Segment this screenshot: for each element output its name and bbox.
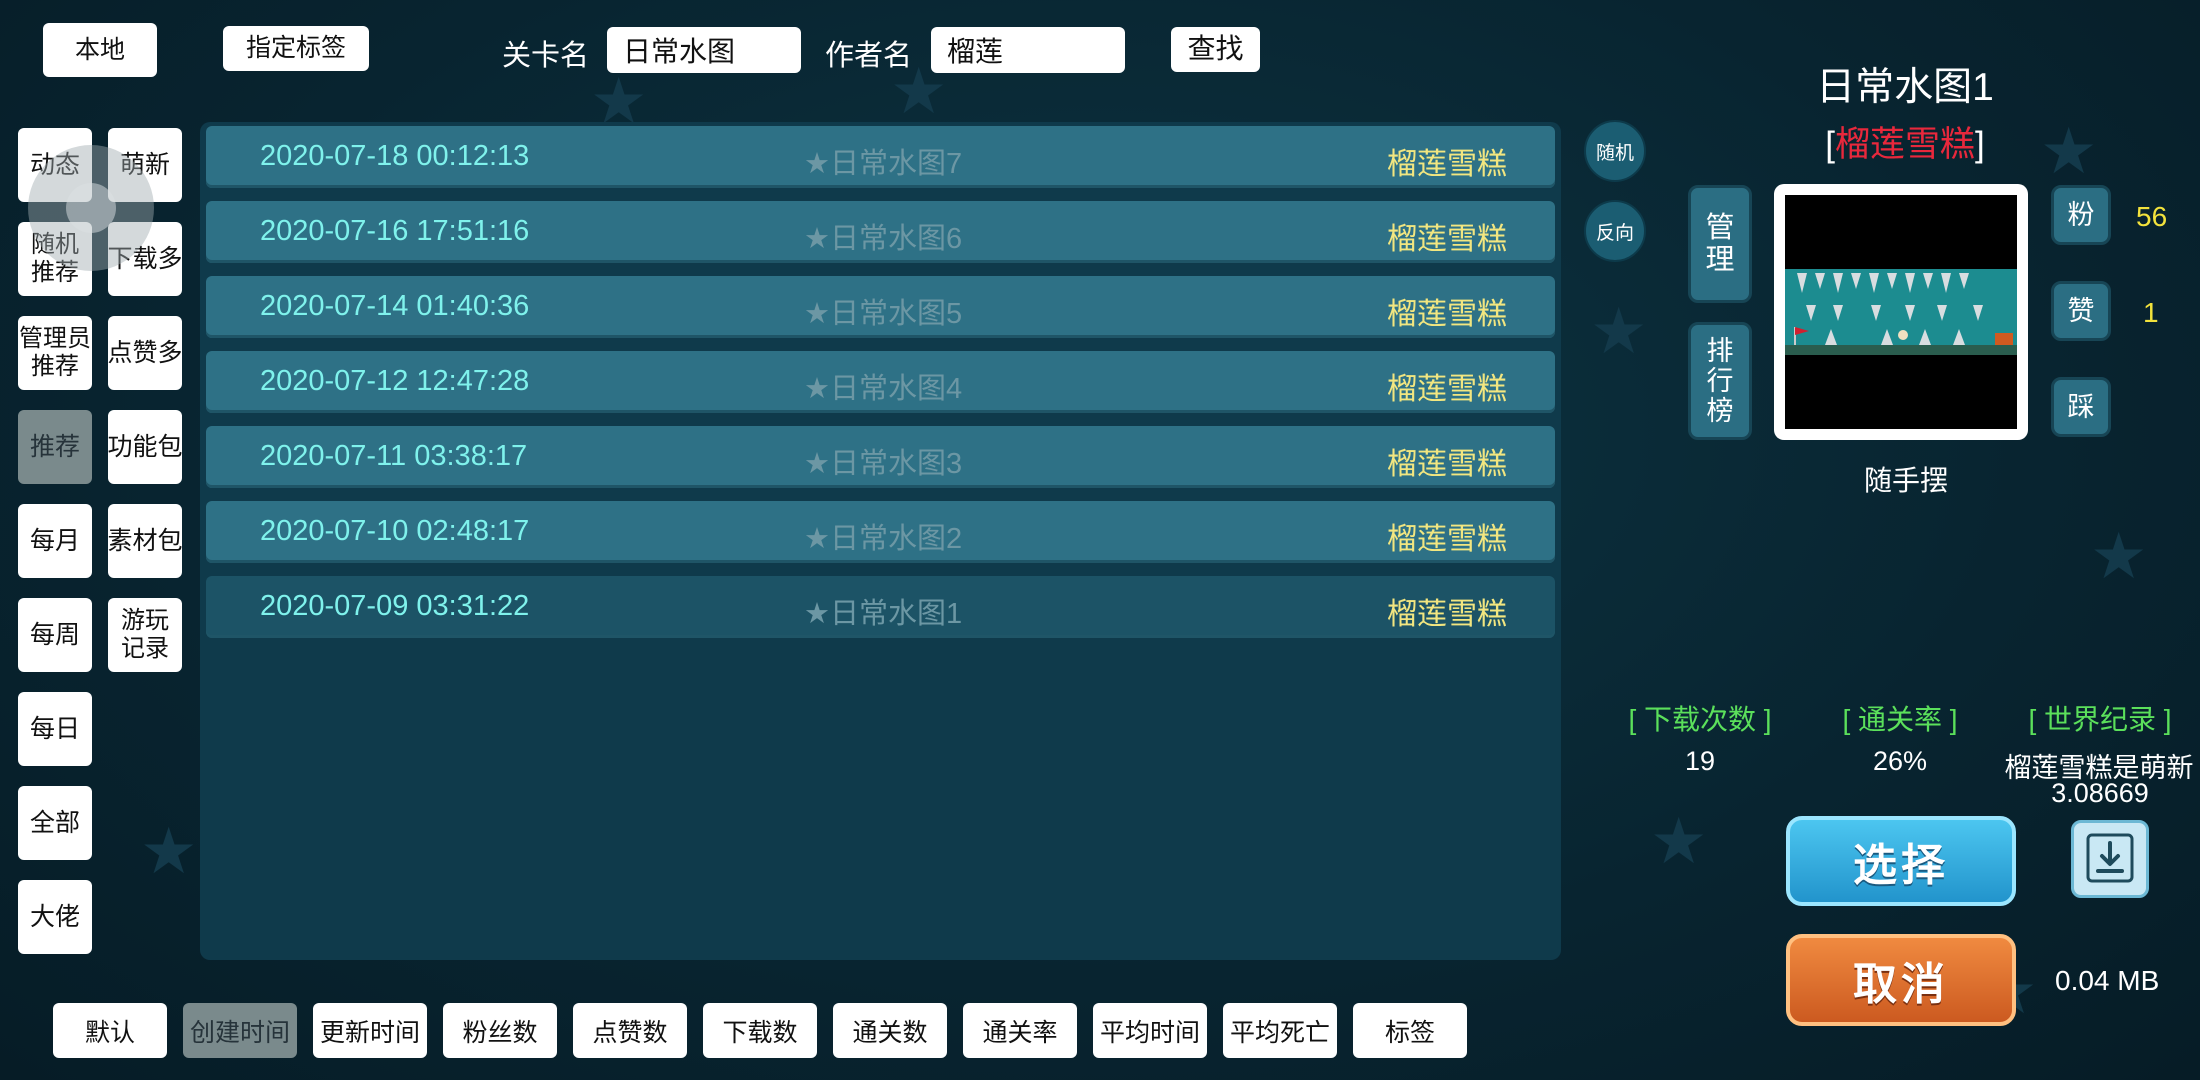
row-author: 榴莲雪糕 bbox=[1387, 523, 1507, 556]
manage-button[interactable]: 管 理 bbox=[1688, 185, 1752, 303]
clear-rate-value: 26% bbox=[1872, 746, 1928, 776]
background-star: ★ bbox=[1650, 805, 1708, 879]
category-button[interactable]: 每日 bbox=[18, 692, 92, 766]
row-author: 榴莲雪糕 bbox=[1387, 148, 1507, 181]
fans-count: 56 bbox=[2136, 201, 2168, 232]
category-button[interactable]: 游玩 记录 bbox=[108, 598, 182, 672]
row-date: 2020-07-18 00:12:13 bbox=[260, 140, 530, 172]
row-date: 2020-07-10 02:48:17 bbox=[260, 515, 530, 547]
local-button[interactable]: 本地 bbox=[43, 23, 157, 77]
category-button[interactable]: 素材包 bbox=[108, 504, 183, 578]
row-title: ★日常水图2 bbox=[804, 523, 963, 555]
clear-rate-heading: [ 通关率 ] bbox=[1842, 704, 1958, 735]
sort-tab[interactable]: 通关数 bbox=[833, 1003, 947, 1058]
table-row[interactable]: 2020-07-16 17:51:16 ★日常水图6 榴莲雪糕 bbox=[206, 201, 1555, 263]
category-button[interactable]: 每月 bbox=[18, 504, 92, 578]
level-name-input[interactable] bbox=[607, 27, 801, 73]
row-date: 2020-07-14 01:40:36 bbox=[260, 290, 530, 322]
random-button[interactable]: 随机 bbox=[1584, 120, 1646, 182]
row-date: 2020-07-12 12:47:28 bbox=[260, 365, 530, 397]
sort-tab[interactable]: 点赞数 bbox=[573, 1003, 687, 1058]
table-row[interactable]: 2020-07-11 03:38:17 ★日常水图3 榴莲雪糕 bbox=[206, 426, 1555, 488]
bracket-close: ] bbox=[1975, 125, 1985, 164]
sort-tab[interactable]: 粉丝数 bbox=[443, 1003, 557, 1058]
sort-tab[interactable]: 默认 bbox=[53, 1003, 167, 1058]
row-author: 榴莲雪糕 bbox=[1387, 373, 1507, 406]
joystick-knob bbox=[66, 183, 116, 233]
table-row[interactable]: 2020-07-14 01:40:36 ★日常水图5 榴莲雪糕 bbox=[206, 276, 1555, 338]
like-button[interactable]: 赞 bbox=[2051, 281, 2111, 341]
category-button[interactable]: 点赞多 bbox=[108, 316, 183, 390]
sort-tab[interactable]: 通关率 bbox=[963, 1003, 1077, 1058]
search-button[interactable]: 查找 bbox=[1171, 27, 1260, 72]
sort-tab[interactable]: 平均死亡 bbox=[1223, 1003, 1337, 1058]
row-title: ★日常水图5 bbox=[804, 298, 963, 330]
category-button[interactable]: 大佬 bbox=[18, 880, 92, 954]
table-row[interactable]: 2020-07-18 00:12:13 ★日常水图7 榴莲雪糕 bbox=[206, 126, 1555, 188]
background-star: ★ bbox=[140, 815, 198, 889]
sort-tab[interactable]: 创建时间 bbox=[183, 1003, 297, 1058]
row-date: 2020-07-11 03:38:17 bbox=[260, 440, 528, 472]
background-star: ★ bbox=[2090, 520, 2148, 594]
sort-tab[interactable]: 更新时间 bbox=[313, 1003, 427, 1058]
row-title: ★日常水图7 bbox=[804, 148, 963, 180]
detail-title: 日常水图1 bbox=[1816, 66, 1994, 109]
row-title: ★日常水图4 bbox=[804, 373, 963, 405]
category-button[interactable]: 管理员 推荐 bbox=[18, 316, 92, 390]
dislike-button[interactable]: 踩 bbox=[2051, 377, 2111, 437]
category-button[interactable]: 每周 bbox=[18, 598, 92, 672]
background-star: ★ bbox=[1590, 295, 1648, 369]
download-button[interactable] bbox=[2071, 820, 2149, 898]
bracket-open: [ bbox=[1825, 125, 1835, 164]
file-size: 0.04 MB bbox=[2055, 965, 2160, 996]
row-title: ★日常水图1 bbox=[804, 598, 963, 630]
row-date: 2020-07-09 03:31:22 bbox=[260, 590, 530, 622]
downloads-value: 19 bbox=[1684, 746, 1716, 776]
row-author: 榴莲雪糕 bbox=[1387, 448, 1507, 481]
table-row[interactable]: 2020-07-09 03:31:22 ★日常水图1 榴莲雪糕 bbox=[206, 576, 1555, 638]
category-button[interactable]: 全部 bbox=[18, 786, 92, 860]
level-name-label: 关卡名 bbox=[502, 40, 590, 72]
world-record-heading: [ 世界纪录 ] bbox=[2028, 704, 2172, 735]
level-preview[interactable] bbox=[1774, 184, 2028, 440]
author-name-label: 作者名 bbox=[825, 40, 913, 72]
row-author: 榴莲雪糕 bbox=[1387, 298, 1507, 331]
level-preview-image bbox=[1785, 195, 2017, 429]
sort-tab[interactable]: 标签 bbox=[1353, 1003, 1467, 1058]
downloads-heading: [ 下载次数 ] bbox=[1628, 704, 1772, 735]
detail-author-name[interactable]: 榴莲雪糕 bbox=[1835, 125, 1975, 164]
world-record-time: 3.08669 bbox=[2051, 778, 2149, 808]
row-author: 榴莲雪糕 bbox=[1387, 598, 1507, 631]
table-row[interactable]: 2020-07-12 12:47:28 ★日常水图4 榴莲雪糕 bbox=[206, 351, 1555, 413]
leaderboard-button[interactable]: 排 行 榜 bbox=[1688, 322, 1752, 440]
author-name-input[interactable] bbox=[931, 27, 1125, 73]
reverse-button[interactable]: 反向 bbox=[1584, 200, 1646, 262]
download-icon bbox=[2086, 833, 2134, 883]
row-date: 2020-07-16 17:51:16 bbox=[260, 215, 530, 247]
select-button[interactable]: 选择 bbox=[1786, 816, 2016, 906]
fans-button[interactable]: 粉 bbox=[2051, 185, 2111, 245]
sort-tab[interactable]: 下载数 bbox=[703, 1003, 817, 1058]
floating-joystick[interactable] bbox=[28, 145, 154, 271]
row-title: ★日常水图6 bbox=[804, 223, 963, 255]
level-caption: 随手摆 bbox=[1863, 465, 1948, 496]
row-author: 榴莲雪糕 bbox=[1387, 223, 1507, 256]
table-row[interactable]: 2020-07-10 02:48:17 ★日常水图2 榴莲雪糕 bbox=[206, 501, 1555, 563]
likes-count: 1 bbox=[2143, 297, 2159, 328]
category-button[interactable]: 推荐 bbox=[18, 410, 92, 484]
sort-tab[interactable]: 平均时间 bbox=[1093, 1003, 1207, 1058]
tag-filter-button[interactable]: 指定标签 bbox=[223, 26, 369, 71]
row-title: ★日常水图3 bbox=[804, 448, 963, 480]
cancel-button[interactable]: 取消 bbox=[1786, 934, 2016, 1026]
detail-author: [榴莲雪糕] bbox=[1660, 116, 2150, 167]
category-button[interactable]: 功能包 bbox=[108, 410, 183, 484]
